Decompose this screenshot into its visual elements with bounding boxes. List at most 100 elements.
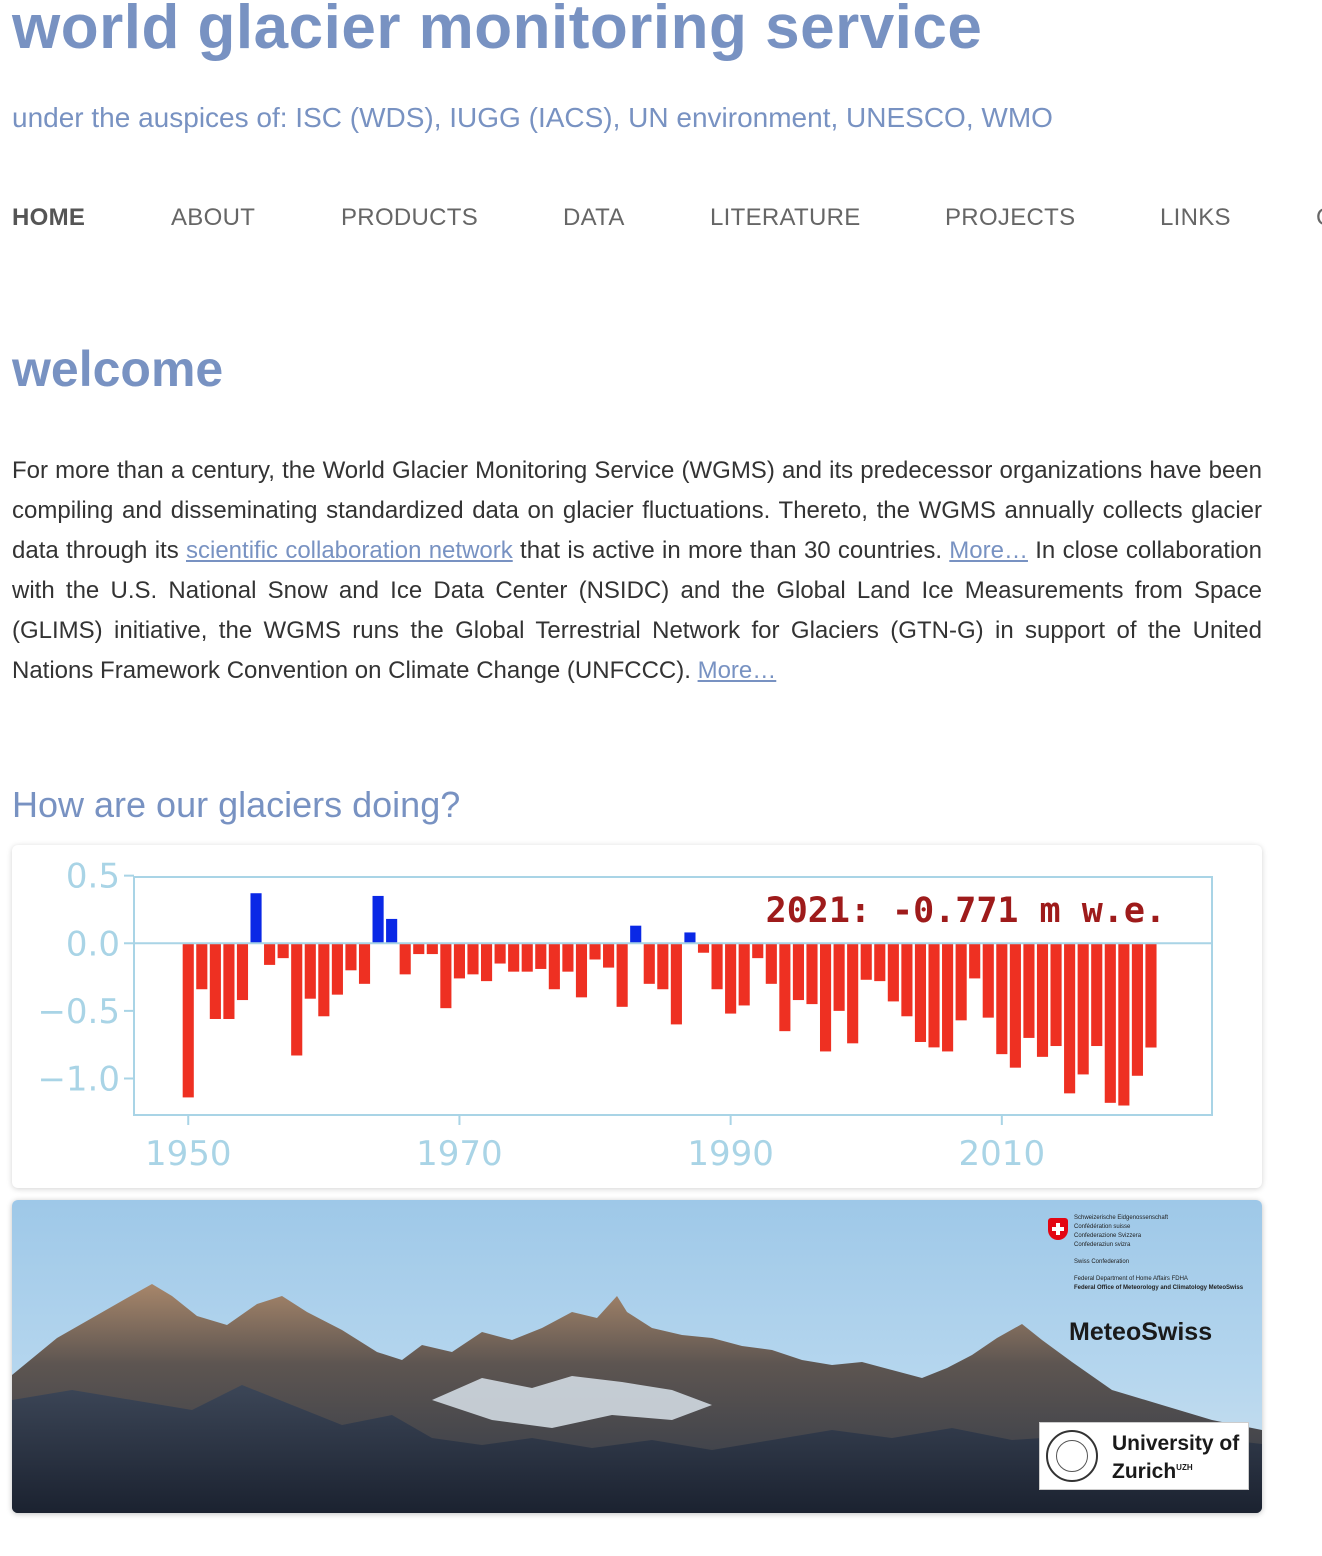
chart-bar <box>942 943 954 1052</box>
fed-line: Confederaziun svizra <box>1074 1242 1131 1248</box>
chart-bar <box>358 943 371 984</box>
chart-bar <box>874 943 886 982</box>
nav-home[interactable]: HOME <box>12 204 85 232</box>
chart-bar <box>277 943 289 959</box>
intro-text-2: that is active in more than 30 countries… <box>512 537 950 564</box>
chart-bar <box>535 943 547 969</box>
chart-bar <box>738 943 750 1006</box>
more-link-about[interactable]: More… <box>949 537 1028 564</box>
chart-x-tick-label: 1990 <box>687 1134 774 1174</box>
chart-bar <box>792 943 804 1001</box>
chart-bar <box>955 943 967 1021</box>
chart-bar <box>399 943 411 975</box>
chart-bar <box>765 943 777 984</box>
chart-bar <box>643 943 655 984</box>
fed-line: Confederazione Svizzera <box>1074 1233 1142 1239</box>
site-subtitle: under the auspices of: ISC (WDS), IUGG (… <box>12 102 1053 133</box>
intro-paragraph: For more than a century, the World Glaci… <box>12 451 1262 691</box>
fed-line: Federal Office of Meteorology and Climat… <box>1074 1285 1244 1291</box>
chart-bar <box>1104 943 1116 1103</box>
chart-bar <box>860 943 872 980</box>
nav-literature[interactable]: LITERATURE <box>710 204 861 232</box>
mass-balance-chart-card[interactable]: 0.5 0.0 −0.5 −1.0 1950 1970 1990 2010 2021: -0.7… <box>12 845 1262 1188</box>
chart-bar <box>752 943 764 959</box>
chart-bar <box>603 943 615 968</box>
alps-banner[interactable]: Schweizerische Eidgenossenschaft Confédé… <box>12 1200 1262 1513</box>
fed-line: Confédération suisse <box>1074 1224 1131 1230</box>
chart-bar <box>779 943 791 1032</box>
chart-bar <box>480 943 493 982</box>
site-title[interactable]: world glacier monitoring service <box>12 0 982 63</box>
chart-bar <box>982 943 994 1018</box>
chart-bar <box>969 943 981 979</box>
nav-about[interactable]: ABOUT <box>171 204 255 232</box>
chart-bar <box>453 943 465 979</box>
chart-bar <box>575 943 588 998</box>
chart-bar <box>589 943 601 960</box>
chart-bar <box>711 943 723 990</box>
nav-data[interactable]: DATA <box>563 204 625 232</box>
chart-bar <box>223 943 235 1019</box>
chart-bar <box>196 943 208 990</box>
welcome-heading: welcome <box>12 341 224 397</box>
chart-annotation: 2021: -0.771 m w.e. <box>766 891 1166 931</box>
chart-bar <box>819 943 832 1052</box>
chart-bar <box>616 943 628 1007</box>
chart-y-tick-label: −0.5 <box>37 992 120 1032</box>
chart-y-tick-label: 0.5 <box>66 857 120 897</box>
meteoswiss-logo: MeteoSwiss <box>1069 1318 1213 1346</box>
chart-bar <box>318 943 330 1017</box>
chart-bar <box>901 943 913 1017</box>
uzh-seal-icon <box>1046 1430 1098 1482</box>
chart-bar <box>1064 943 1076 1094</box>
fed-line: Swiss Confederation <box>1074 1259 1130 1265</box>
chart-bar <box>630 925 642 944</box>
chart-bar <box>1050 943 1062 1047</box>
nav-more-cut-off[interactable]: C <box>1316 204 1322 232</box>
chart-bar <box>725 943 737 1014</box>
more-link-gtng[interactable]: More… <box>698 657 777 684</box>
chart-bar <box>847 943 859 1044</box>
chart-bar <box>562 943 574 972</box>
mass-balance-chart: 0.5 0.0 −0.5 −1.0 1950 1970 1990 2010 2021: -0.7… <box>37 857 1213 1174</box>
swiss-cross-icon <box>1048 1218 1068 1240</box>
chart-bar <box>1131 943 1143 1076</box>
chart-bar <box>1091 943 1103 1047</box>
chart-bar <box>372 895 384 944</box>
chart-bar <box>670 943 682 1025</box>
chart-bar <box>494 943 506 964</box>
chart-y-tick-label: 0.0 <box>66 924 120 964</box>
chart-bar <box>236 943 249 1001</box>
chart-bar <box>928 943 940 1048</box>
chart-bar <box>697 943 710 953</box>
chart-bar <box>1023 943 1035 1038</box>
chart-bar <box>521 943 533 972</box>
chart-bar <box>1145 943 1157 1048</box>
chart-bar <box>250 893 262 944</box>
nav-links[interactable]: LINKS <box>1160 204 1231 232</box>
fed-line: Schweizerische Eidgenossenschaft <box>1074 1215 1169 1221</box>
collaboration-network-link[interactable]: scientific collaboration network <box>186 537 513 564</box>
chart-bar <box>345 943 357 971</box>
chart-bar <box>331 943 343 995</box>
chart-x-tick-label: 2010 <box>959 1134 1046 1174</box>
chart-bar <box>386 918 398 944</box>
chart-heading: How are our glaciers doing? <box>12 784 461 825</box>
chart-bar <box>426 943 438 955</box>
chart-bar <box>1118 943 1130 1106</box>
chart-bar <box>1077 943 1089 1075</box>
chart-bar <box>413 943 425 955</box>
chart-bar <box>887 943 899 1002</box>
fed-line: Federal Department of Home Affairs FDHA <box>1074 1276 1188 1282</box>
nav-projects[interactable]: PROJECTS <box>945 204 1075 232</box>
nav-products[interactable]: PRODUCTS <box>341 204 478 232</box>
chart-bar <box>264 943 276 965</box>
chart-bar <box>508 943 520 972</box>
chart-x-tick-label: 1970 <box>416 1134 503 1174</box>
uzh-logo: University of ZurichUZH <box>1039 1422 1249 1490</box>
chart-bar <box>657 943 669 990</box>
chart-bar <box>684 932 696 944</box>
main-nav: HOME ABOUT PRODUCTS DATA LITERATURE PROJ… <box>12 204 1322 234</box>
chart-bar <box>806 943 818 1005</box>
chart-bar <box>1009 943 1021 1068</box>
